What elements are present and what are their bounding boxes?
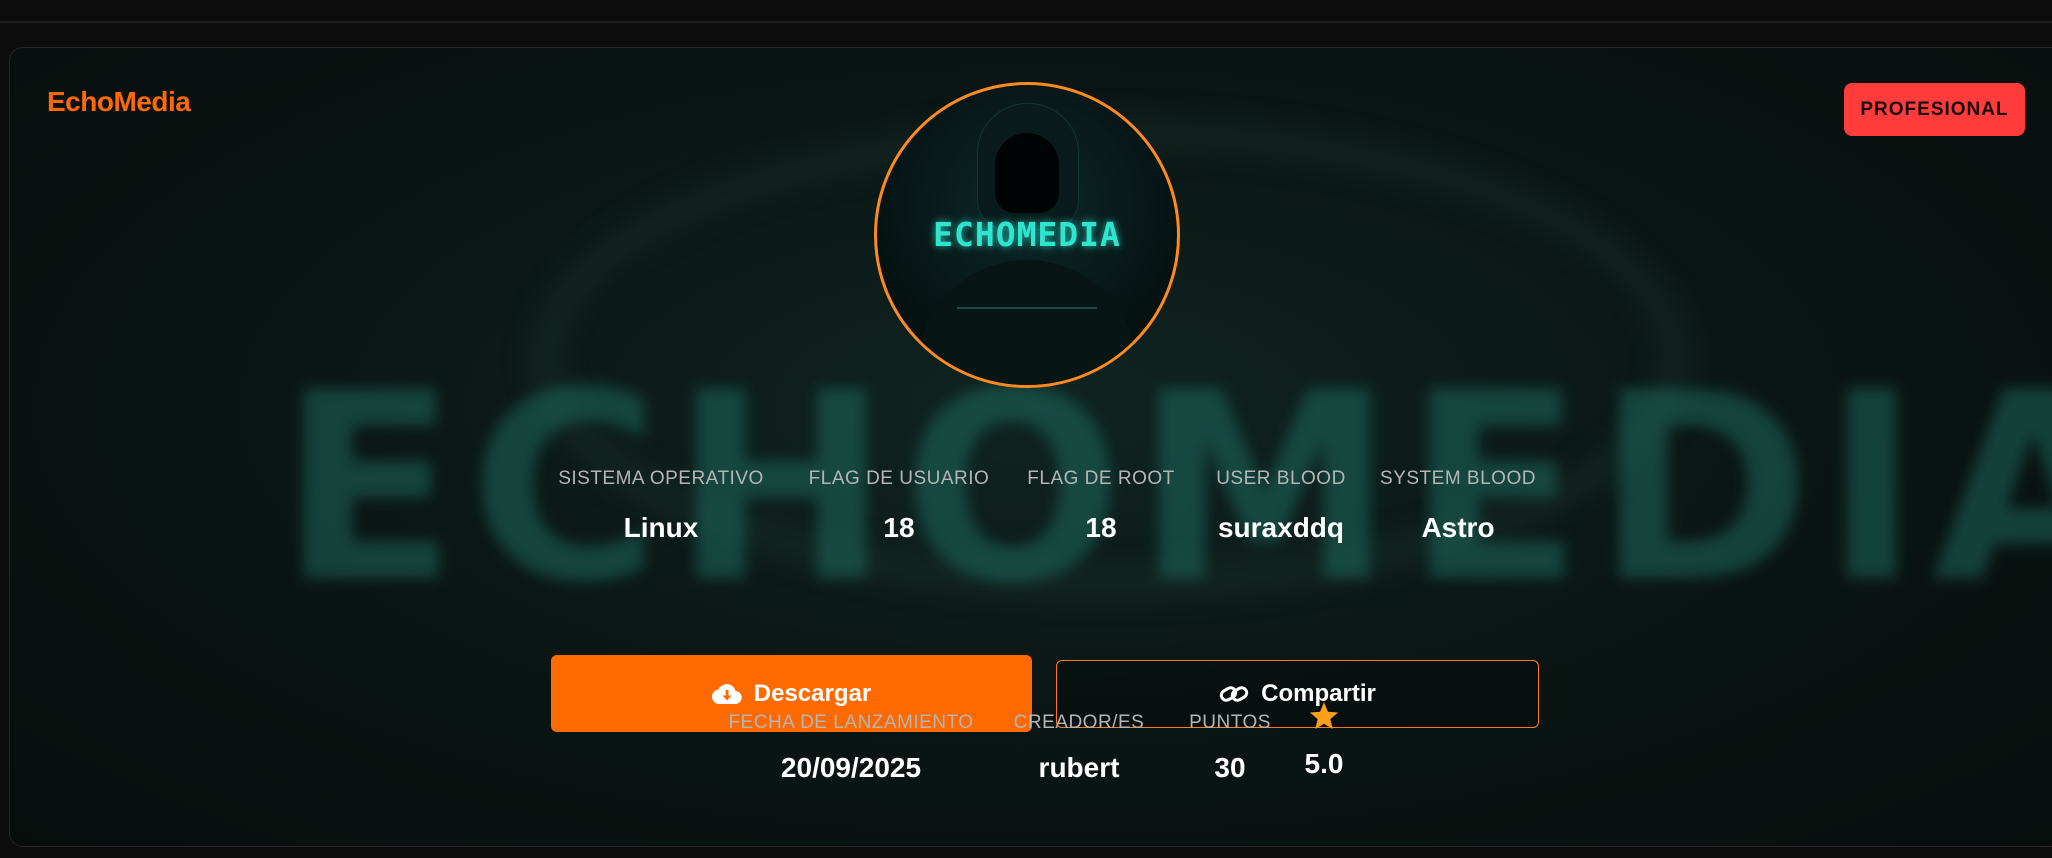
meta-creator: CREADOR/ES rubert <box>1004 712 1154 784</box>
stat-os: SISTEMA OPERATIVO Linux <box>546 468 776 544</box>
creator-value[interactable]: rubert <box>1004 752 1154 784</box>
stat-root-flag-label: FLAG DE ROOT <box>1027 468 1175 489</box>
stat-user-blood: USER BLOOD suraxddq <box>1201 468 1361 544</box>
stat-system-blood-label: SYSTEM BLOOD <box>1380 468 1536 489</box>
release-date-value: 20/09/2025 <box>780 752 922 783</box>
stat-user-flag-value: 18 <box>883 512 915 543</box>
star-icon <box>1308 701 1340 736</box>
hood-face <box>995 133 1059 213</box>
download-button-label: Descargar <box>753 679 872 707</box>
stat-system-blood: SYSTEM BLOOD Astro <box>1363 468 1553 544</box>
stat-root-flag-value: 18 <box>1085 512 1117 543</box>
stat-user-blood-label: USER BLOOD <box>1216 468 1346 489</box>
top-divider <box>0 21 2052 23</box>
stat-os-value: Linux <box>623 512 699 543</box>
points-value: 30 <box>1214 752 1246 783</box>
figure-shoulders <box>917 260 1137 385</box>
meta-points: PUNTOS 30 <box>1175 712 1285 784</box>
stat-system-blood-value: Astro <box>1421 512 1495 543</box>
laptop-edge <box>957 307 1097 309</box>
machine-card: ECHOMEDIA EchoMedia PROFESIONAL ECHOMEDI… <box>9 47 2052 847</box>
meta-release: FECHA DE LANZAMIENTO 20/09/2025 <box>716 712 986 784</box>
stat-user-flag-label: FLAG DE USUARIO <box>808 468 990 489</box>
meta-rating: 5.0 <box>1289 701 1359 780</box>
release-date-label: FECHA DE LANZAMIENTO <box>728 712 974 733</box>
link-icon <box>1219 683 1249 705</box>
machine-name[interactable]: EchoMedia <box>47 86 191 118</box>
machine-avatar: ECHOMEDIA <box>874 82 1180 388</box>
stat-os-label: SISTEMA OPERATIVO <box>558 468 764 489</box>
cloud-download-icon <box>711 683 742 705</box>
stat-user-blood-value: suraxddq <box>1217 512 1345 543</box>
points-label: PUNTOS <box>1189 712 1271 733</box>
creator-label: CREADOR/ES <box>1013 712 1145 733</box>
difficulty-badge: PROFESIONAL <box>1844 83 2025 136</box>
stat-root-flag: FLAG DE ROOT 18 <box>1011 468 1191 544</box>
rating-value: 5.0 <box>1304 748 1344 779</box>
stat-user-flag: FLAG DE USUARIO 18 <box>799 468 999 544</box>
avatar-title: ECHOMEDIA <box>933 215 1121 254</box>
